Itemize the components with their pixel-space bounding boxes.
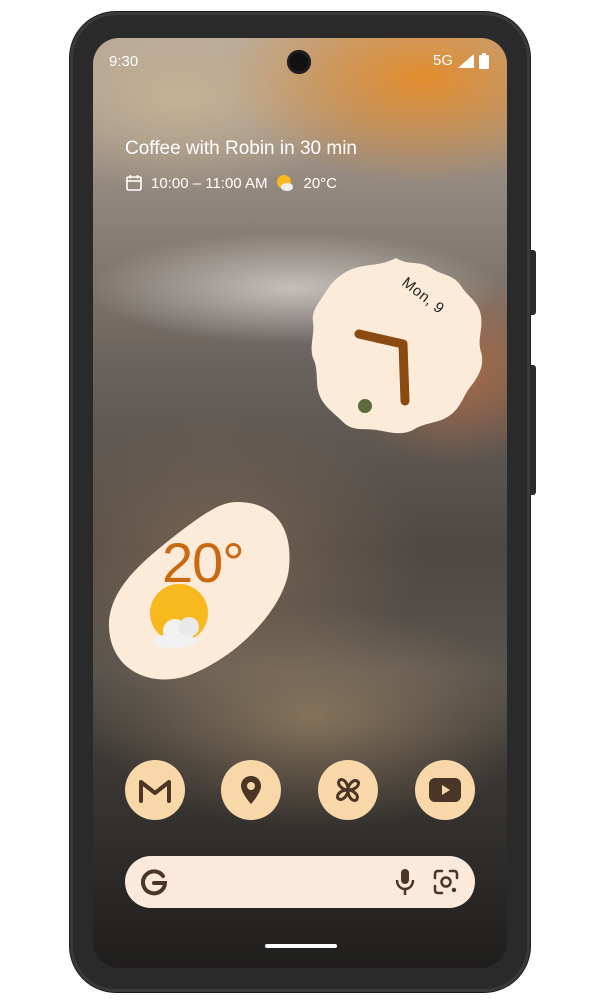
sun-with-cloud-icon xyxy=(150,584,208,648)
clock-face xyxy=(311,258,483,434)
gesture-handle[interactable] xyxy=(265,944,337,948)
glance-event-title[interactable]: Coffee with Robin in 30 min xyxy=(125,138,357,160)
glance-temperature: 20°C xyxy=(303,174,337,192)
glance-event-time: 10:00 – 11:00 AM xyxy=(151,174,268,192)
clock-widget[interactable]: Mon, 9 xyxy=(309,256,484,436)
maps-app[interactable] xyxy=(221,760,281,820)
glance-details[interactable]: 10:00 – 11:00 AM 20°C xyxy=(125,173,337,193)
power-button xyxy=(530,250,536,315)
front-camera xyxy=(287,50,311,74)
pinwheel-icon xyxy=(335,777,361,803)
lens-icon[interactable] xyxy=(433,869,459,895)
clock-dot xyxy=(358,399,372,413)
youtube-icon xyxy=(429,778,461,802)
partly-sunny-icon xyxy=(277,175,294,191)
battery-icon xyxy=(479,52,489,69)
maps-pin-icon xyxy=(241,776,261,804)
app-dock xyxy=(125,760,475,820)
network-label: 5G xyxy=(432,52,453,69)
signal-icon xyxy=(458,53,474,68)
weather-widget[interactable]: 20° xyxy=(107,498,295,681)
mic-icon[interactable] xyxy=(395,868,415,896)
photos-app[interactable] xyxy=(318,760,378,820)
home-screen: 9:30 5G Coffee with Robin in 30 min 10:0… xyxy=(93,38,507,968)
youtube-app[interactable] xyxy=(415,760,475,820)
status-time: 9:30 xyxy=(109,53,139,70)
search-bar[interactable] xyxy=(125,856,475,908)
status-icons: 5G xyxy=(433,52,489,69)
gmail-icon xyxy=(139,780,171,803)
volume-button xyxy=(530,365,536,495)
calendar-icon xyxy=(126,175,142,191)
gmail-app[interactable] xyxy=(125,760,185,820)
google-g-icon[interactable] xyxy=(141,868,167,896)
